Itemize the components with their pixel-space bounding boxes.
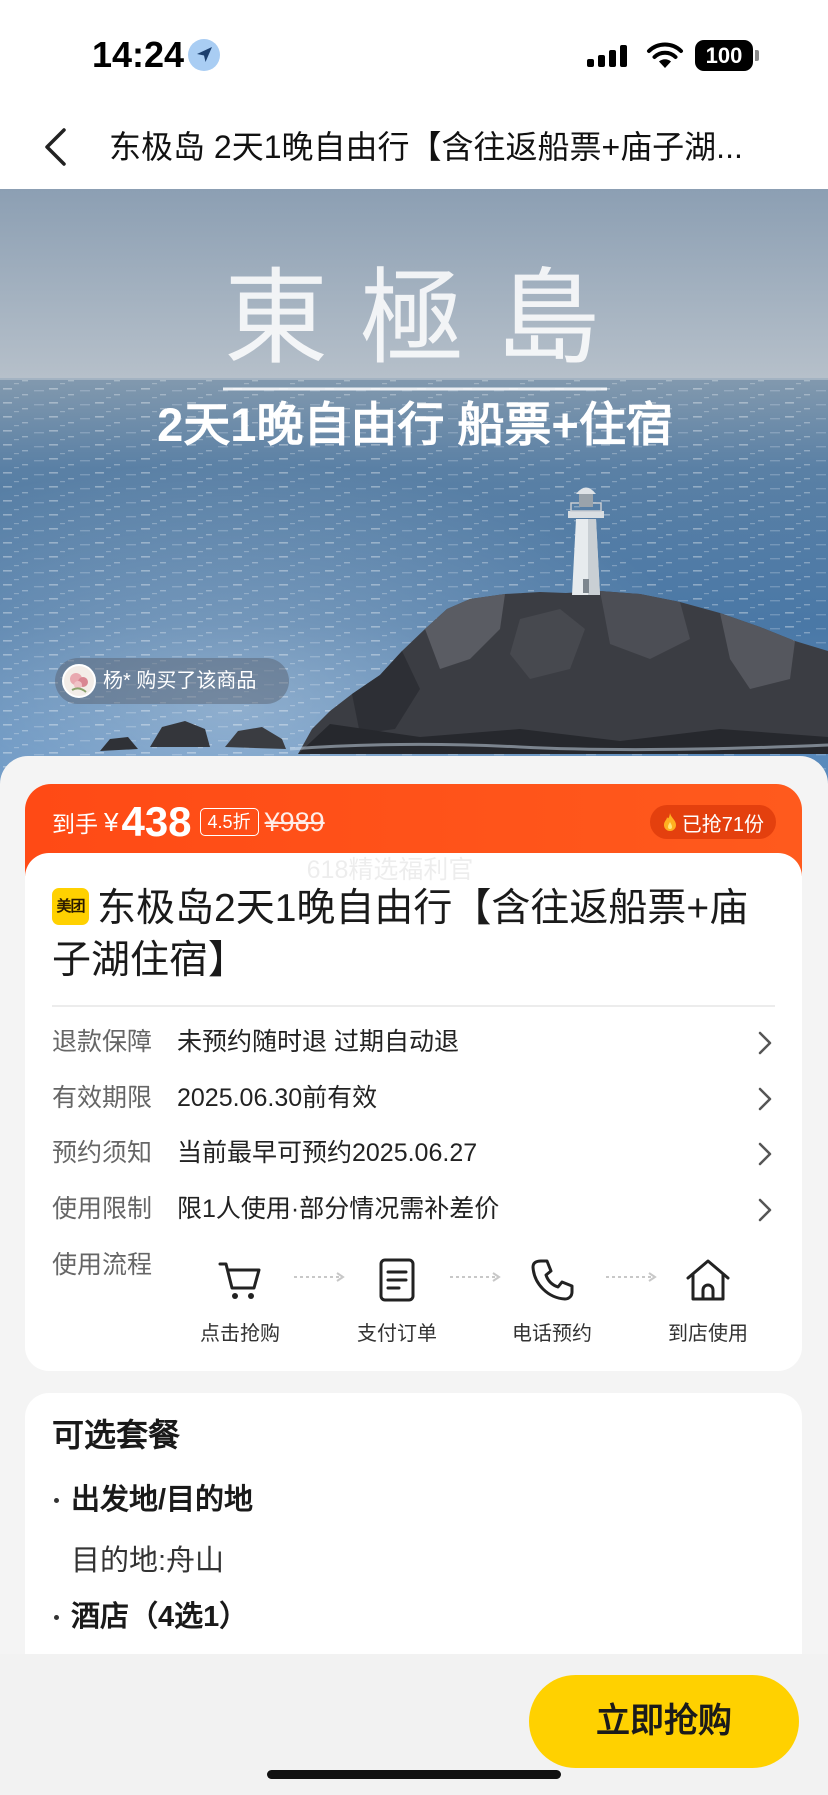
product-title-text: 东极岛2天1晚自由行【含往返船票+庙子湖住宿】	[52, 887, 749, 982]
step-label: 电话预约	[512, 1323, 592, 1345]
cart-icon	[218, 1262, 261, 1299]
info-value: 2025.06.30前有效	[177, 1083, 378, 1112]
info-label: 退款保障	[52, 1028, 153, 1056]
flame-icon	[663, 813, 676, 831]
product-title: 美团 东极岛2天1晚自由行【含往返船票+庙子湖住宿】	[52, 883, 764, 987]
avatar	[62, 664, 96, 698]
process-step-purchase: 点击抢购	[170, 1253, 310, 1353]
info-label: 使用限制	[52, 1194, 153, 1223]
package-group-detail: 目的地:舟山	[71, 1545, 225, 1577]
process-label: 使用流程	[52, 1251, 153, 1279]
battery-icon: 100	[695, 40, 753, 71]
info-row-refund[interactable]: 退款保障 未预约随时退 过期自动退	[52, 1015, 775, 1071]
buyer-notice-text: 杨* 购买了该商品	[103, 670, 257, 692]
info-value: 限1人使用·部分情况需补差价	[177, 1194, 500, 1223]
discount-tag: 4.5折	[199, 808, 259, 836]
location-arrow-icon	[188, 39, 220, 71]
price-amount: 438	[121, 798, 192, 845]
step-label: 点击抢购	[200, 1323, 280, 1345]
buy-now-button[interactable]: 立即抢购	[529, 1675, 799, 1768]
package-group-title: 出发地/目的地	[71, 1484, 254, 1516]
hero-subtitle: 2天1晚自由行 船票+住宿	[157, 398, 673, 451]
order-document-icon	[379, 1258, 415, 1302]
watermark: 618精选福利官	[306, 856, 474, 884]
process-step-call: 电话预约	[482, 1253, 622, 1353]
chevron-right-icon	[758, 1198, 772, 1221]
home-indicator	[267, 1770, 561, 1779]
price-row: 到手 ¥ 438 4.5折 ¥989	[52, 784, 325, 860]
bullet-dot	[54, 1615, 59, 1620]
process-step-pay: 支付订单	[327, 1253, 467, 1353]
sold-count-text: 已抢71份	[681, 813, 764, 836]
chevron-right-icon	[758, 1031, 772, 1055]
step-label: 支付订单	[357, 1323, 437, 1345]
signal-icon	[587, 45, 627, 67]
info-value: 未预约随时退 过期自动退	[177, 1028, 459, 1056]
meituan-badge: 美团	[52, 888, 89, 926]
chevron-left-icon[interactable]	[36, 126, 76, 170]
info-label: 预约须知	[52, 1139, 153, 1167]
bullet-dot	[54, 1498, 59, 1503]
info-rows: 退款保障 未预约随时退 过期自动退 有效期限 2025.06.30前有效 预约须…	[52, 1015, 775, 1237]
package-group-title: 酒店（4选1）	[71, 1601, 249, 1633]
nav-bar: 东极岛 2天1晚自由行【含往返船票+庙子湖...	[0, 109, 828, 189]
original-price: ¥989	[264, 806, 325, 837]
page-title: 东极岛 2天1晚自由行【含往返船票+庙子湖...	[109, 129, 743, 165]
chevron-right-icon	[758, 1087, 772, 1110]
packages-heading: 可选套餐	[52, 1417, 181, 1453]
sold-count-badge: 已抢71份	[649, 805, 776, 839]
hero-headline: 東極島	[224, 257, 632, 379]
status-time: 14:24	[92, 34, 185, 75]
price-label: 到手	[52, 811, 98, 837]
store-home-icon	[686, 1259, 730, 1301]
recent-buyer-notice: 杨* 购买了该商品	[55, 658, 289, 704]
process-step-visit: 到店使用	[638, 1253, 778, 1353]
status-bar: 14:24 100	[0, 0, 828, 109]
chevron-right-icon	[758, 1142, 772, 1166]
wifi-icon	[647, 42, 683, 68]
info-label: 有效期限	[52, 1083, 153, 1112]
info-value: 当前最早可预约2025.06.27	[177, 1139, 478, 1167]
divider	[52, 1005, 775, 1007]
step-label: 到店使用	[668, 1323, 748, 1345]
info-row-restrictions[interactable]: 使用限制 限1人使用·部分情况需补差价	[52, 1182, 775, 1238]
phone-icon	[531, 1259, 574, 1301]
price-currency: ¥	[104, 806, 119, 837]
info-row-validity[interactable]: 有效期限 2025.06.30前有效	[52, 1071, 775, 1127]
battery-nub	[755, 50, 759, 61]
bottom-action-bar: 立即抢购	[0, 1654, 828, 1795]
info-row-booking[interactable]: 预约须知 当前最早可预约2025.06.27	[52, 1126, 775, 1182]
packages-card: 可选套餐 出发地/目的地 目的地:舟山 酒店（4选1）	[25, 1393, 802, 1683]
product-info-card: 618精选福利官 美团 东极岛2天1晚自由行【含往返船票+庙子湖住宿】 退款保障 …	[25, 853, 802, 1371]
